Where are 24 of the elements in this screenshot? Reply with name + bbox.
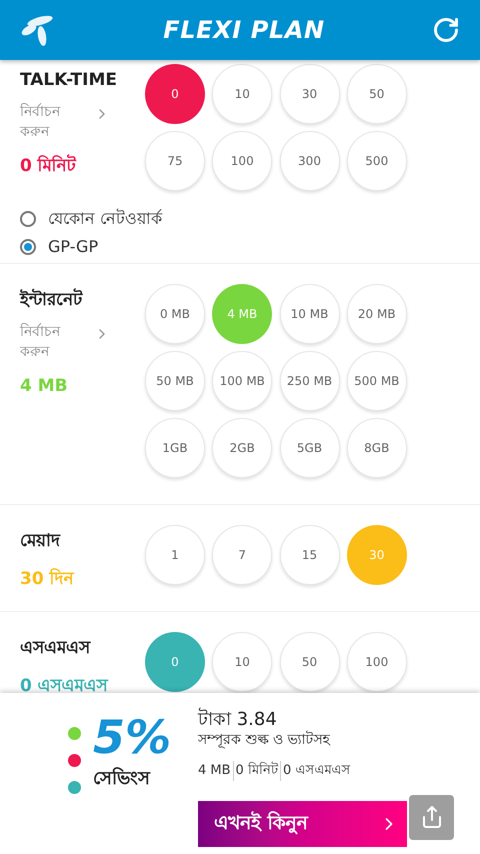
network-radio[interactable]: যেকোন নেটওয়ার্ক (20, 207, 407, 231)
section-title: TALK-TIME (20, 69, 118, 92)
section-title: মেয়াদ (20, 530, 62, 553)
section-title: এসএমএস (20, 637, 92, 660)
section-title: ইন্টারনেট (20, 288, 84, 312)
network-radio[interactable]: GP-GP (20, 235, 407, 259)
price-note: সম্পূরক শুল্ক ও ভ্যাটসহ (198, 731, 332, 749)
plan-summary-item: 0 মিনিট (232, 761, 280, 780)
select-link[interactable]: নির্বাচন করুন (20, 102, 110, 142)
selected-value: 0 মিনিট (20, 154, 78, 178)
refresh-icon (432, 16, 460, 44)
select-link[interactable]: নির্বাচন করুন (20, 322, 110, 362)
buy-now-button[interactable]: এখনই কিনুন (198, 800, 407, 846)
selected-value: 30 দিন (20, 567, 76, 590)
savings-label: সেভিংস (93, 766, 152, 791)
share-button[interactable] (409, 794, 454, 840)
plan-summary-item: 4 MB (198, 762, 232, 780)
selected-value: 0 এসএমএস (20, 674, 110, 693)
price: টাকা 3.84 (198, 709, 278, 731)
refresh-button[interactable] (432, 16, 460, 44)
savings-percent: 5% (93, 709, 172, 765)
selected-value: 4 MB (20, 374, 69, 398)
app-title: FLEXI PLAN (163, 15, 325, 46)
plan-summary-item: 0 এসএমএস (280, 761, 352, 780)
